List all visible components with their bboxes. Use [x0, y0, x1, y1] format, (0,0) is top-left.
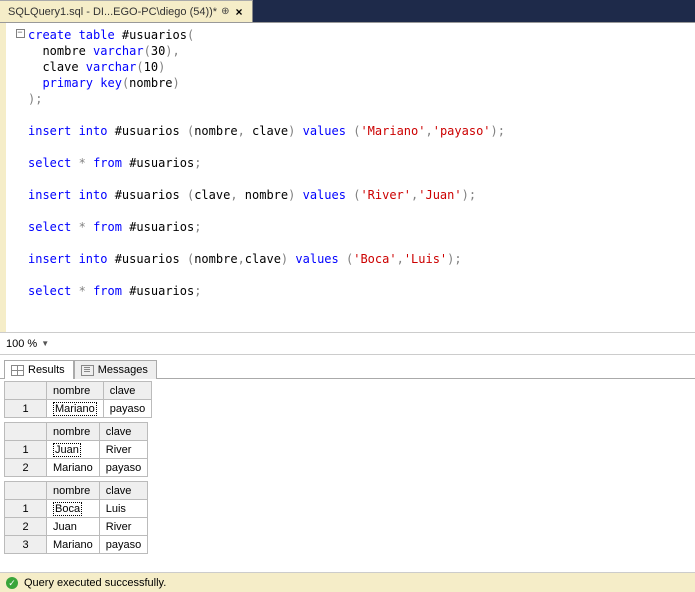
- table-row[interactable]: 2JuanRiver: [5, 518, 148, 536]
- column-header[interactable]: nombre: [47, 482, 100, 500]
- column-header[interactable]: clave: [99, 482, 147, 500]
- document-tab-active[interactable]: SQLQuery1.sql - DI...EGO-PC\diego (54))*…: [0, 0, 253, 22]
- results-tabbar: Results Messages: [0, 354, 695, 378]
- zoom-value: 100 %: [6, 338, 37, 350]
- zoom-dropdown-icon[interactable]: ▼: [41, 339, 49, 348]
- tab-title: SQLQuery1.sql - DI...EGO-PC\diego (54))*: [8, 6, 217, 18]
- table-row[interactable]: 1JuanRiver: [5, 441, 148, 459]
- corner-cell: [5, 482, 47, 500]
- cell-selected[interactable]: Juan: [47, 441, 100, 459]
- corner-cell: [5, 423, 47, 441]
- result-grid[interactable]: nombreclave1BocaLuis2JuanRiver3Marianopa…: [4, 481, 148, 554]
- cell[interactable]: River: [99, 441, 147, 459]
- result-grid[interactable]: nombreclave1JuanRiver2Marianopayaso: [4, 422, 148, 477]
- cell[interactable]: Mariano: [47, 459, 100, 477]
- close-icon[interactable]: ×: [233, 5, 244, 19]
- pin-icon[interactable]: ⊕: [221, 6, 229, 17]
- cell[interactable]: River: [99, 518, 147, 536]
- column-header[interactable]: nombre: [47, 382, 104, 400]
- cell[interactable]: payaso: [103, 400, 151, 418]
- code-text[interactable]: create table #usuarios( nombre varchar(3…: [28, 23, 695, 332]
- cell[interactable]: Luis: [99, 500, 147, 518]
- column-header[interactable]: clave: [103, 382, 151, 400]
- row-header[interactable]: 1: [5, 400, 47, 418]
- cell[interactable]: Juan: [47, 518, 100, 536]
- messages-icon: [81, 365, 94, 376]
- tab-results[interactable]: Results: [4, 360, 74, 379]
- table-row[interactable]: 1Marianopayaso: [5, 400, 152, 418]
- cell[interactable]: payaso: [99, 459, 147, 477]
- tab-messages[interactable]: Messages: [74, 360, 157, 379]
- row-header[interactable]: 3: [5, 536, 47, 554]
- row-header[interactable]: 1: [5, 500, 47, 518]
- row-header[interactable]: 2: [5, 459, 47, 477]
- results-pane[interactable]: nombreclave1Marianopayasonombreclave1Jua…: [0, 378, 695, 572]
- outline-gutter: −: [12, 23, 28, 332]
- row-header[interactable]: 2: [5, 518, 47, 536]
- cell-selected[interactable]: Mariano: [47, 400, 104, 418]
- table-row[interactable]: 1BocaLuis: [5, 500, 148, 518]
- table-row[interactable]: 2Marianopayaso: [5, 459, 148, 477]
- cell[interactable]: payaso: [99, 536, 147, 554]
- success-icon: ✓: [6, 577, 18, 589]
- status-bar: ✓ Query executed successfully.: [0, 572, 695, 592]
- column-header[interactable]: nombre: [47, 423, 100, 441]
- result-grid[interactable]: nombreclave1Marianopayaso: [4, 381, 152, 418]
- corner-cell: [5, 382, 47, 400]
- collapse-toggle-icon[interactable]: −: [16, 29, 25, 38]
- status-text: Query executed successfully.: [24, 577, 166, 589]
- table-row[interactable]: 3Marianopayaso: [5, 536, 148, 554]
- column-header[interactable]: clave: [99, 423, 147, 441]
- tab-messages-label: Messages: [98, 364, 148, 376]
- zoom-bar: 100 % ▼: [0, 332, 695, 354]
- cell[interactable]: Mariano: [47, 536, 100, 554]
- code-editor[interactable]: − create table #usuarios( nombre varchar…: [0, 22, 695, 332]
- tab-results-label: Results: [28, 364, 65, 376]
- document-tabbar: SQLQuery1.sql - DI...EGO-PC\diego (54))*…: [0, 0, 695, 22]
- sql-editor-window: SQLQuery1.sql - DI...EGO-PC\diego (54))*…: [0, 0, 695, 592]
- cell-selected[interactable]: Boca: [47, 500, 100, 518]
- grid-icon: [11, 365, 24, 376]
- row-header[interactable]: 1: [5, 441, 47, 459]
